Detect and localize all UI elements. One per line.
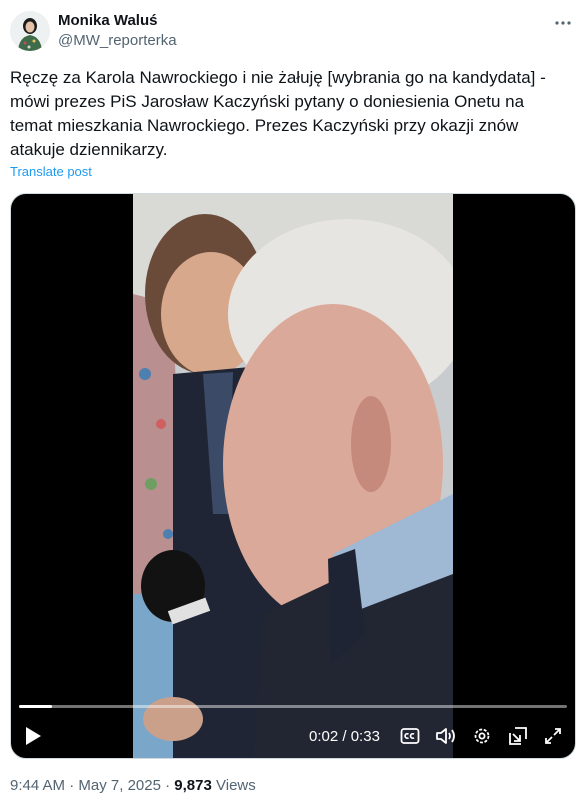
- meta-separator: ·: [165, 777, 171, 794]
- post-text: Ręczę za Karola Nawrockiego i nie żałuję…: [10, 66, 570, 162]
- time-separator: /: [342, 728, 347, 745]
- author-name[interactable]: Monika Waluś: [58, 12, 157, 29]
- post-header: Monika Waluś @MW_reporterka: [10, 8, 574, 54]
- more-options-button[interactable]: [552, 12, 574, 34]
- picture-in-picture-icon: [509, 727, 527, 745]
- captions-button[interactable]: [398, 724, 422, 748]
- post-text-line: mówi prezes PiS Jarosław Kaczyński pytan…: [10, 92, 525, 111]
- video-controls: 0:02 / 0:33: [11, 718, 575, 754]
- post-time[interactable]: 9:44 AM: [10, 777, 65, 794]
- more-horizontal-icon: [555, 21, 571, 25]
- volume-button[interactable]: [434, 724, 458, 748]
- post-text-line: temat mieszkania Nawrockiego. Prezes Kac…: [10, 116, 519, 135]
- play-icon: [26, 727, 41, 745]
- video-time: 0:02 / 0:33: [309, 728, 380, 745]
- post-text-line: atakuje dziennikarzy.: [10, 140, 168, 159]
- settings-gear-icon: [474, 728, 490, 744]
- fullscreen-icon: [545, 728, 561, 744]
- fullscreen-button[interactable]: [541, 724, 565, 748]
- post-date[interactable]: May 7, 2025: [78, 777, 161, 794]
- views-label: Views: [216, 777, 256, 794]
- meta-separator: ·: [69, 777, 75, 794]
- views-count: 9,873: [174, 777, 212, 794]
- closed-captions-icon: [400, 728, 420, 744]
- post-text-line: Ręczę za Karola Nawrockiego i nie żałuję…: [10, 68, 546, 87]
- settings-button[interactable]: [470, 724, 494, 748]
- video-player[interactable]: 0:02 / 0:33: [10, 193, 576, 759]
- author-handle[interactable]: @MW_reporterka: [58, 32, 177, 49]
- post-meta: 9:44 AM · May 7, 2025 · 9,873 Views: [10, 777, 256, 794]
- picture-in-picture-button[interactable]: [506, 724, 530, 748]
- translate-post-link[interactable]: Translate post: [10, 164, 92, 179]
- video-progress-bar[interactable]: [19, 705, 567, 708]
- video-progress-fill: [19, 705, 53, 708]
- current-time: 0:02: [309, 728, 339, 745]
- video-frame: [133, 194, 453, 758]
- volume-icon: [436, 728, 455, 744]
- play-button[interactable]: [21, 724, 45, 748]
- avatar[interactable]: [10, 11, 50, 51]
- duration: 0:33: [350, 728, 380, 745]
